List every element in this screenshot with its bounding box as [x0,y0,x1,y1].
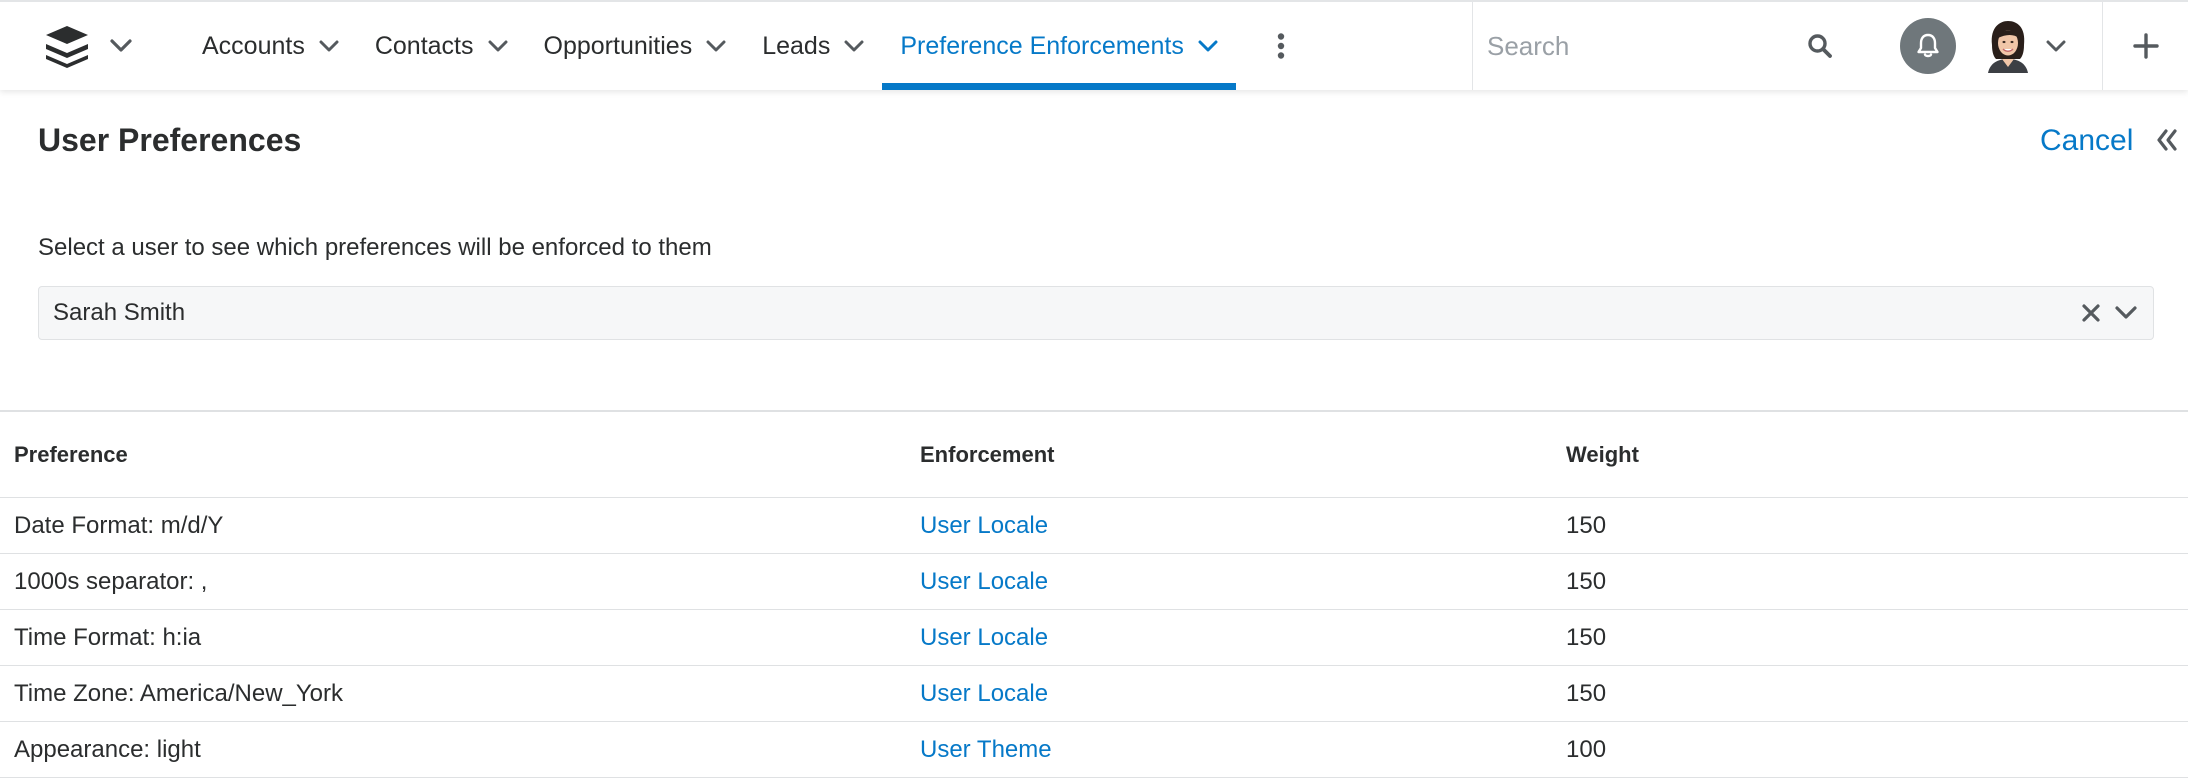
enforcement-link[interactable]: User Theme [920,736,1052,763]
table-row: Date Format: m/d/Y User Locale 150 [0,498,2188,554]
enforcement-link[interactable]: User Locale [920,568,1048,595]
quick-create-button[interactable] [2102,2,2188,90]
nav-tab-label: Opportunities [543,31,693,60]
avatar [1986,19,2030,73]
chevron-down-icon[interactable] [844,40,864,53]
nav-tab-label: Leads [762,31,831,60]
chevron-down-icon[interactable] [706,40,726,53]
nav-tab-contacts[interactable]: Contacts [357,2,526,90]
chevron-down-icon [110,39,132,52]
cancel-button[interactable]: Cancel [2040,124,2133,158]
chevron-down-icon[interactable] [2115,306,2137,320]
double-chevron-left-icon [2157,129,2177,151]
table-row: Time Zone: America/New_York User Locale … [0,666,2188,722]
preference-cell: Time Zone: America/New_York [14,679,344,707]
preference-cell: Time Format: h:ia [14,623,202,651]
bell-icon [1917,33,1939,58]
table-row: Time Format: h:ia User Locale 150 [0,610,2188,666]
nav-tab-label: Contacts [374,31,474,60]
table-header-row: Preference Enforcement Weight [0,412,2188,498]
notifications-button[interactable] [1900,18,1956,74]
preferences-table: Preference Enforcement Weight Date Forma… [0,410,2188,778]
weight-cell: 150 [1566,679,1607,707]
plus-icon [2132,33,2159,59]
main-nav: Accounts Contacts Opportunities Leads Pr… [184,2,1326,90]
nav-tab-opportunities[interactable]: Opportunities [526,2,745,90]
user-profile-menu[interactable] [1984,2,2102,90]
nav-tab-preference-enforcements[interactable]: Preference Enforcements [882,2,1237,90]
weight-cell: 150 [1566,567,1607,595]
preference-cell: 1000s separator: , [14,567,208,595]
column-header-enforcement: Enforcement [920,441,1055,467]
app-logo-menu[interactable] [0,2,184,90]
stack-logo-icon [46,26,88,68]
global-search [1472,2,1872,90]
preference-cell: Appearance: light [14,735,201,763]
enforcement-link[interactable]: User Locale [920,512,1048,539]
weight-cell: 150 [1566,623,1607,651]
more-tabs-button[interactable] [1236,2,1326,90]
kebab-menu-icon [1277,33,1285,59]
chevron-down-icon[interactable] [319,40,339,53]
page-title: User Preferences [38,122,302,158]
instruction-text: Select a user to see which preferences w… [38,234,712,261]
weight-cell: 150 [1566,511,1607,539]
top-navigation-bar: Accounts Contacts Opportunities Leads Pr… [0,0,2188,90]
nav-tab-label: Accounts [202,31,305,60]
enforcement-link[interactable]: User Locale [920,624,1048,651]
chevron-down-icon[interactable] [488,40,508,53]
column-header-weight: Weight [1566,441,1639,467]
user-select-value: Sarah Smith [53,299,186,326]
search-icon[interactable] [1807,33,1833,59]
nav-tab-label: Preference Enforcements [900,31,1184,60]
clear-x-icon[interactable] [2081,303,2101,323]
preference-cell: Date Format: m/d/Y [14,511,224,539]
nav-tab-leads[interactable]: Leads [744,2,882,90]
table-row: Appearance: light User Theme 100 [0,722,2188,778]
chevron-down-icon[interactable] [1198,40,1218,53]
column-header-preference: Preference [14,441,128,467]
chevron-down-icon [2046,40,2066,51]
enforcement-link[interactable]: User Locale [920,680,1048,707]
weight-cell: 100 [1566,735,1607,763]
nav-tab-accounts[interactable]: Accounts [184,2,357,90]
search-input[interactable] [1487,30,1787,62]
collapse-panel-button[interactable] [2156,128,2178,157]
table-row: 1000s separator: , User Locale 150 [0,554,2188,610]
user-select[interactable]: Sarah Smith [38,286,2154,340]
